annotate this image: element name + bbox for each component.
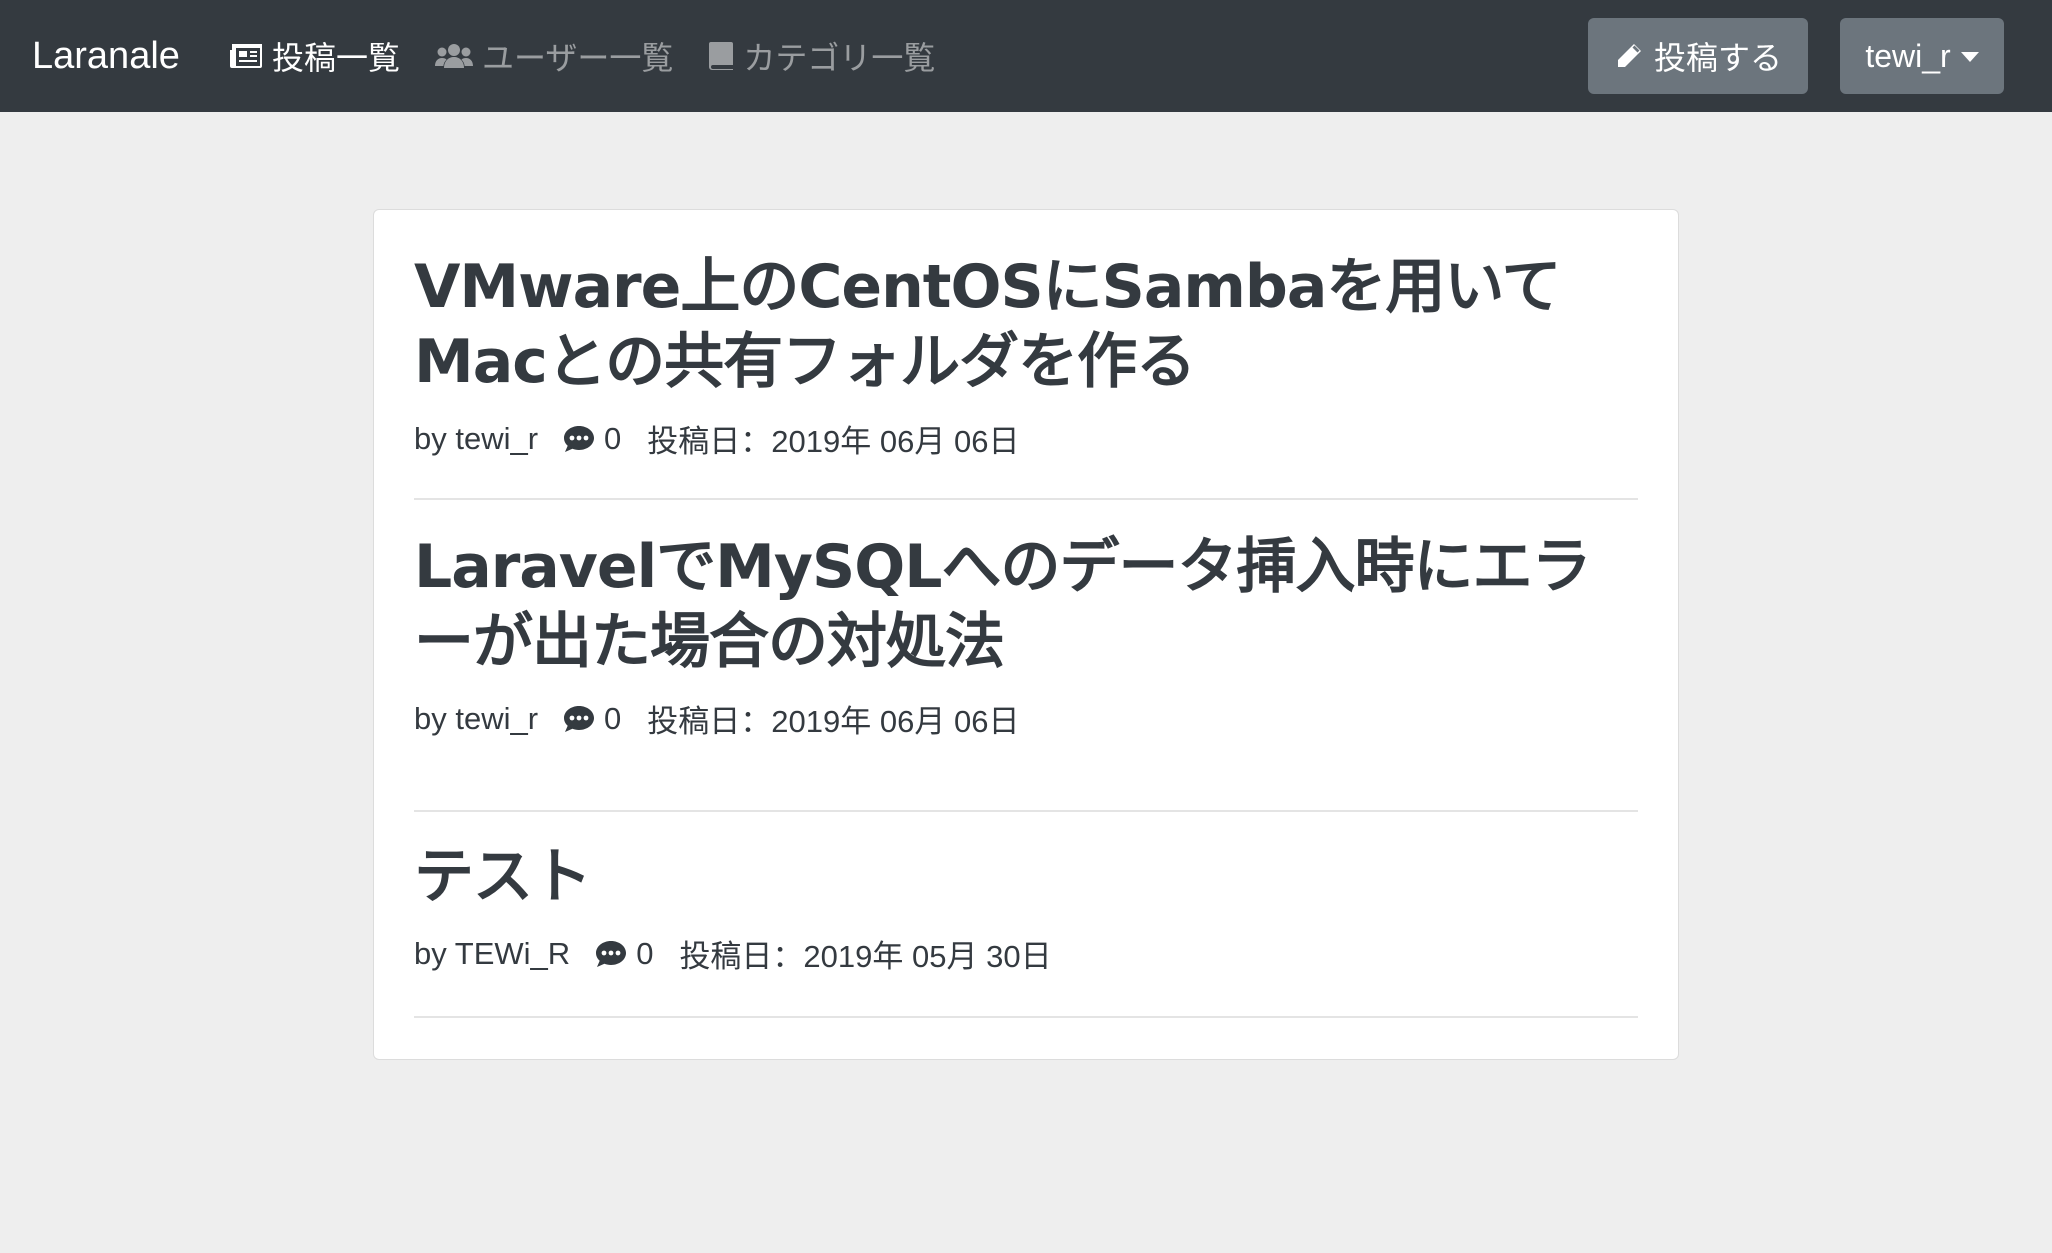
book-icon bbox=[709, 42, 734, 70]
comment-count: 0 bbox=[604, 700, 622, 736]
caret-down-icon bbox=[1960, 52, 1979, 62]
post-meta: by tewi_r 0 投稿日：2019年 06月 06日 bbox=[414, 416, 1638, 461]
comment-icon bbox=[596, 940, 627, 967]
nav-link-users-label: ユーザー一覧 bbox=[482, 40, 674, 76]
navbar: Laranale 投稿一覧 ユーザー一覧 カテゴリ一覧 投稿する tewi_r bbox=[0, 0, 2052, 112]
post-author[interactable]: by TEWi_R bbox=[414, 936, 570, 972]
post-item: LaravelでMySQLへのデータ挿入時にエラ ーが出た場合の対処法 by t… bbox=[414, 530, 1638, 812]
post-title-line-2: ーが出た場合の対処法 bbox=[414, 607, 1005, 677]
post-title[interactable]: VMware上のCentOSにSambaを用いて Macとの共有フォルダを作る bbox=[414, 250, 1638, 400]
post-date: 投稿日：2019年 05月 30日 bbox=[679, 939, 1052, 974]
pencil-icon bbox=[1617, 44, 1641, 67]
brand-logo[interactable]: Laranale bbox=[32, 0, 180, 112]
post-title-line-1: LaravelでMySQLへのデータ挿入時にエラ bbox=[414, 532, 1591, 602]
post-date: 投稿日：2019年 06月 06日 bbox=[647, 704, 1020, 739]
post-item: VMware上のCentOSにSambaを用いて Macとの共有フォルダを作る … bbox=[414, 250, 1638, 500]
post-title-line-1: テスト bbox=[414, 842, 592, 912]
nav-link-categories-label: カテゴリ一覧 bbox=[743, 40, 936, 76]
comment-count: 0 bbox=[636, 935, 654, 971]
post-meta: by tewi_r 0 投稿日：2019年 06月 06日 bbox=[414, 696, 1638, 741]
post-list-card: VMware上のCentOSにSambaを用いて Macとの共有フォルダを作る … bbox=[373, 209, 1679, 1060]
comment-icon bbox=[564, 425, 595, 452]
post-item: テスト by TEWi_R 0 投稿日：2019年 05月 30日 bbox=[414, 812, 1638, 1018]
users-icon bbox=[435, 44, 474, 68]
post-meta: by TEWi_R 0 投稿日：2019年 05月 30日 bbox=[414, 931, 1638, 976]
post-date: 投稿日：2019年 06月 06日 bbox=[647, 424, 1020, 459]
user-menu-label: tewi_r bbox=[1865, 37, 1951, 74]
comment-icon bbox=[564, 705, 595, 732]
post-title[interactable]: テスト bbox=[414, 840, 1638, 915]
post-button-label: 投稿する bbox=[1653, 40, 1782, 76]
post-title-line-2: Macとの共有フォルダを作る bbox=[414, 327, 1196, 397]
post-title-line-1: VMware上のCentOSにSambaを用いて bbox=[414, 252, 1562, 322]
nav-link-users[interactable]: ユーザー一覧 bbox=[434, 33, 673, 79]
user-menu-button[interactable]: tewi_r bbox=[1840, 18, 2004, 94]
post-author[interactable]: by tewi_r bbox=[414, 421, 538, 457]
nav-links: 投稿一覧 ユーザー一覧 カテゴリ一覧 bbox=[228, 0, 969, 112]
comment-count: 0 bbox=[604, 420, 622, 456]
post-title[interactable]: LaravelでMySQLへのデータ挿入時にエラ ーが出た場合の対処法 bbox=[414, 530, 1638, 680]
newspaper-icon bbox=[230, 44, 262, 68]
post-author[interactable]: by tewi_r bbox=[414, 701, 538, 737]
nav-link-posts-label: 投稿一覧 bbox=[272, 40, 401, 76]
post-button[interactable]: 投稿する bbox=[1588, 18, 1808, 94]
nav-link-posts[interactable]: 投稿一覧 bbox=[228, 33, 400, 79]
nav-link-categories[interactable]: カテゴリ一覧 bbox=[707, 33, 935, 79]
